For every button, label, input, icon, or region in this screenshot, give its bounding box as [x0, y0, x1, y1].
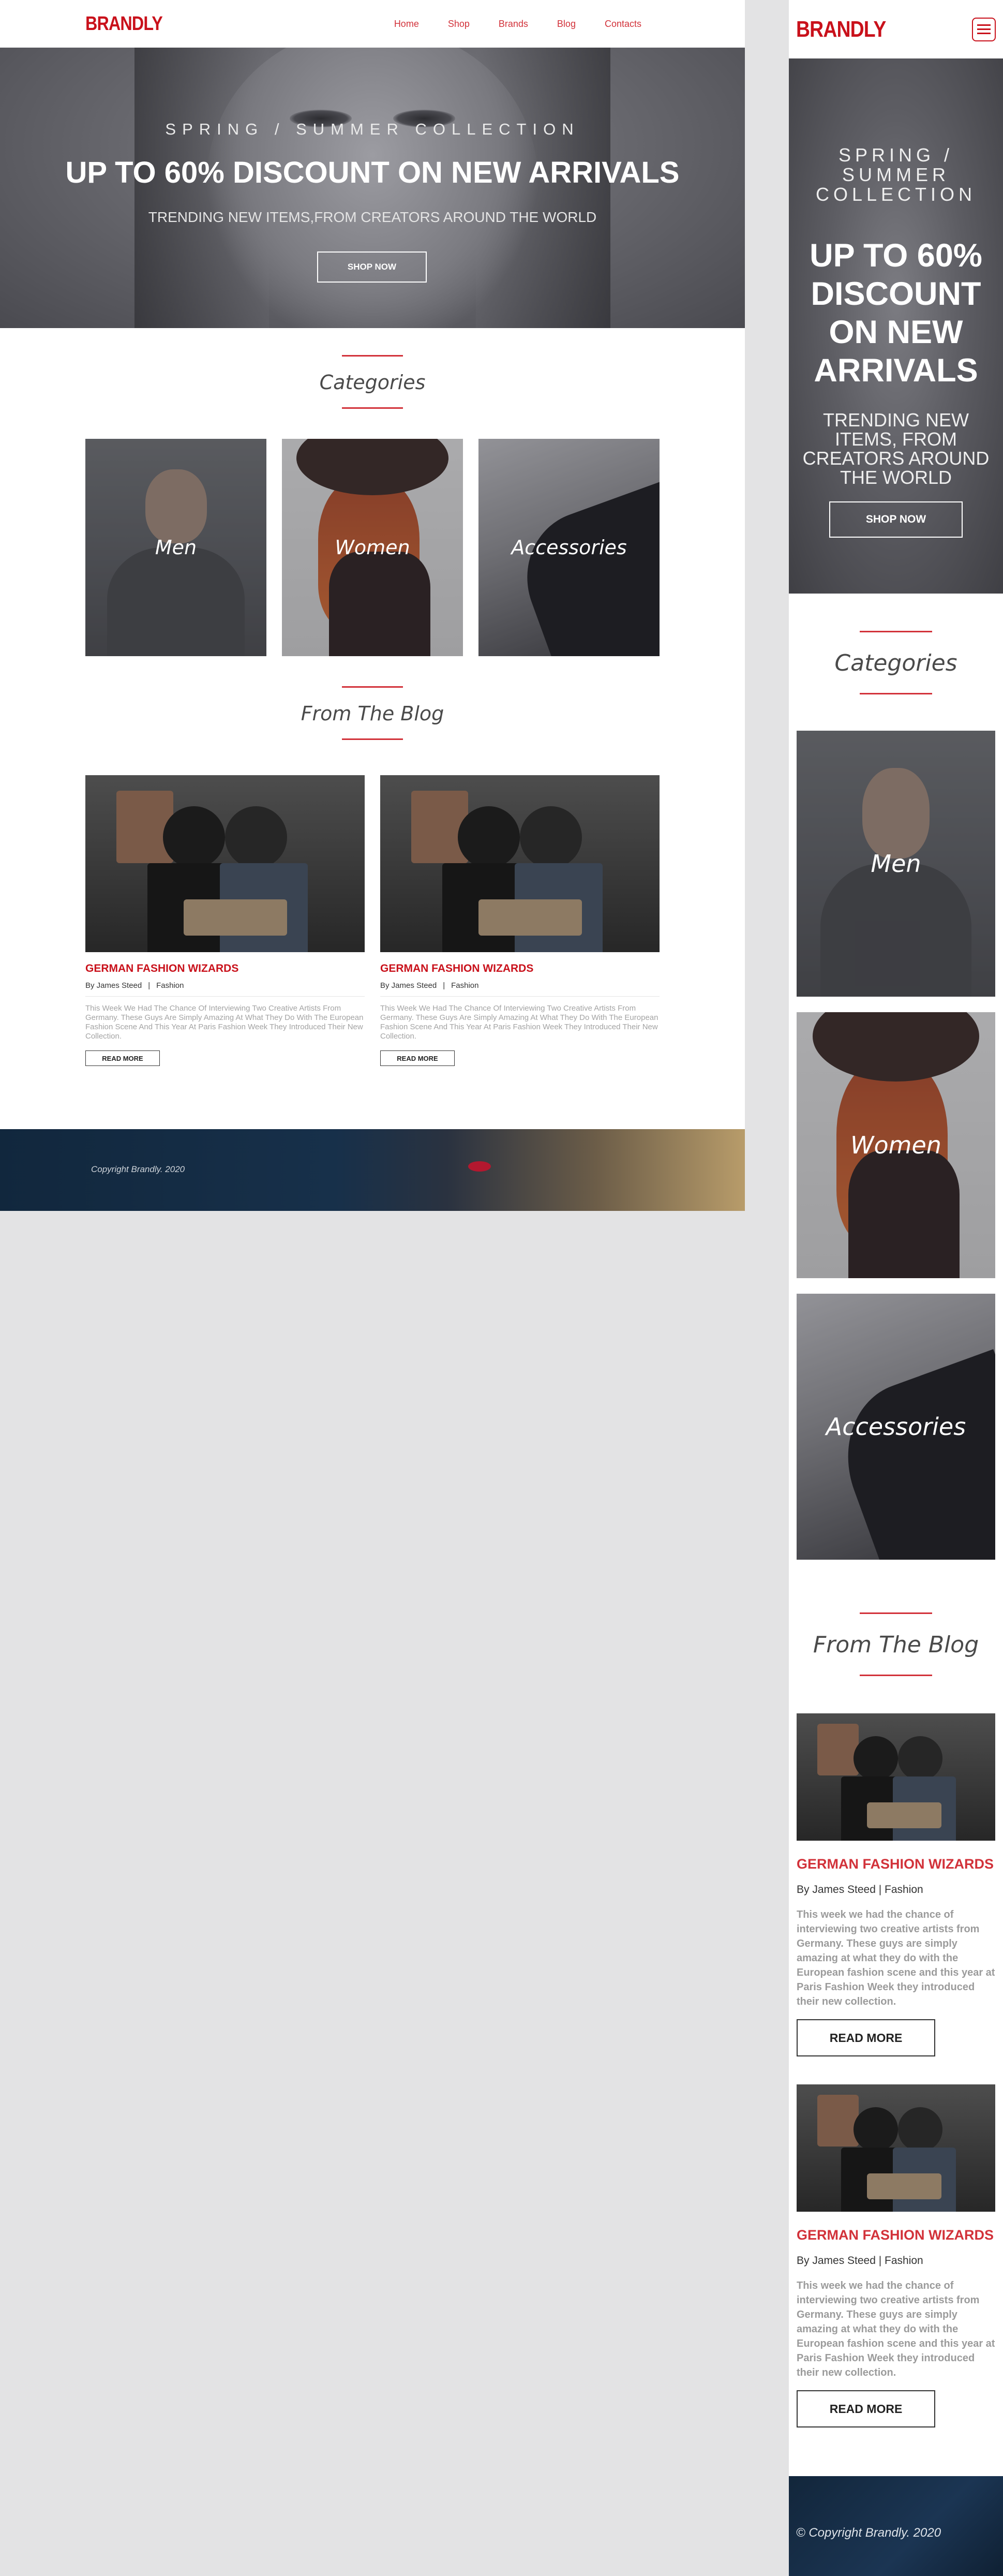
- category-label: Accessories: [511, 536, 627, 559]
- categories-heading: Categories: [319, 371, 426, 394]
- blog-post: GERMAN FASHION WIZARDS By James Steed | …: [797, 2084, 995, 2427]
- blog-heading: From The Blog: [813, 1632, 979, 1658]
- hero-banner: SPRING / SUMMER COLLECTION UP TO 60% DIS…: [0, 48, 745, 328]
- blog-post-author: By James Steed: [380, 981, 437, 990]
- blog-post-excerpt: This week we had the chance of interview…: [797, 2280, 995, 2378]
- read-more-button[interactable]: READ MORE: [380, 1050, 455, 1066]
- desktop-header: BRANDLY Home Shop Brands Blog Contacts: [0, 0, 745, 48]
- brand-logo[interactable]: BRANDLY: [796, 17, 886, 42]
- blog-post-title[interactable]: GERMAN FASHION WIZARDS: [380, 963, 660, 975]
- category-label: Accessories: [826, 1413, 966, 1441]
- nav-brands[interactable]: Brands: [499, 19, 528, 29]
- blog-post: GERMAN FASHION WIZARDS By James Steed | Fa…: [85, 775, 365, 1066]
- brand-logo[interactable]: BRANDLY: [85, 13, 163, 35]
- nav-home[interactable]: Home: [394, 19, 419, 29]
- nav-shop[interactable]: Shop: [448, 19, 470, 29]
- blog-post-meta: By James Steed | Fashion: [797, 2255, 923, 2267]
- blog-post-author: By James Steed: [85, 981, 142, 990]
- blog-heading: From The Blog: [301, 702, 444, 725]
- category-card-women[interactable]: Women: [797, 1012, 995, 1278]
- blog-post-title[interactable]: GERMAN FASHION WIZARDS: [797, 1856, 995, 1872]
- category-card-accessories[interactable]: Accessories: [797, 1294, 995, 1560]
- mobile-header: BRANDLY: [789, 0, 1003, 58]
- mobile-blog-section: From The Blog GERMAN FASHION WIZARDS By …: [789, 1575, 1003, 2427]
- blog-post-title[interactable]: GERMAN FASHION WIZARDS: [797, 2227, 995, 2243]
- divider: [342, 355, 403, 357]
- nav-contacts[interactable]: Contacts: [605, 19, 641, 29]
- blog-post: GERMAN FASHION WIZARDS By James Steed | Fa…: [380, 775, 660, 1066]
- blog-post-image[interactable]: [797, 2084, 995, 2212]
- main-nav: Home Shop Brands Blog Contacts: [394, 19, 641, 29]
- divider: [860, 1612, 932, 1614]
- footer-copyright: Copyright Brandly. 2020: [91, 1164, 185, 1174]
- blog-post-image[interactable]: [85, 775, 365, 952]
- blog-post: GERMAN FASHION WIZARDS By James Steed | …: [797, 1713, 995, 2056]
- shop-now-button[interactable]: SHOP NOW: [317, 251, 427, 283]
- divider: [342, 407, 403, 409]
- read-more-button[interactable]: READ MORE: [797, 2019, 935, 2056]
- blog-post-category[interactable]: Fashion: [156, 981, 184, 990]
- desktop-footer: Copyright Brandly. 2020: [0, 1129, 745, 1211]
- blog-list: GERMAN FASHION WIZARDS By James Steed | Fa…: [0, 775, 745, 1066]
- blog-post-excerpt: This Week We Had The Chance Of Interview…: [85, 1004, 364, 1041]
- category-label: Men: [155, 536, 197, 559]
- blog-post-image[interactable]: [380, 775, 660, 952]
- blog-post-excerpt: This Week We Had The Chance Of Interview…: [380, 1004, 658, 1041]
- category-card-accessories[interactable]: Accessories: [478, 439, 660, 656]
- divider: [860, 693, 932, 694]
- blog-section: From The Blog GERMAN FASHION WIZARDS By …: [0, 656, 745, 1066]
- category-label: Men: [871, 850, 921, 878]
- blog-post-meta: By James Steed | Fashion: [797, 1884, 923, 1896]
- categories-section: Categories Men Women Accessories: [0, 328, 745, 656]
- blog-post-meta: By James Steed | Fashion: [380, 981, 660, 997]
- nav-blog[interactable]: Blog: [557, 19, 576, 29]
- category-label: Women: [335, 536, 410, 559]
- hero-tagline: TRENDING NEW ITEMS,FROM CREATORS AROUND …: [148, 209, 597, 225]
- hero-subtitle: SPRING / SUMMER COLLECTION: [165, 120, 580, 138]
- mobile-footer: © Copyright Brandly. 2020: [789, 2476, 1003, 2576]
- divider: [342, 738, 403, 740]
- shop-now-button[interactable]: SHOP NOW: [829, 501, 963, 538]
- category-grid: Men Women Accessories: [0, 439, 745, 656]
- category-label: Women: [850, 1131, 941, 1159]
- hero-tagline: TRENDING NEW ITEMS, FROM CREATORS AROUND…: [802, 409, 990, 488]
- hero-title: UP TO 60% DISCOUNT ON NEW ARRIVALS: [810, 238, 982, 389]
- category-card-men[interactable]: Men: [85, 439, 266, 656]
- blog-post-title[interactable]: GERMAN FASHION WIZARDS: [85, 963, 365, 975]
- read-more-button[interactable]: READ MORE: [85, 1050, 160, 1066]
- blog-post-meta: By James Steed | Fashion: [85, 981, 365, 997]
- hero-title: UP TO 60% DISCOUNT ON NEW ARRIVALS: [65, 156, 680, 189]
- blog-post-image[interactable]: [797, 1713, 995, 1841]
- mobile-page: BRANDLY SPRING / SUMMER COLLECTION UP TO…: [789, 0, 1003, 2576]
- divider: [860, 631, 932, 632]
- category-card-women[interactable]: Women: [282, 439, 463, 656]
- mobile-hero-banner: SPRING / SUMMER COLLECTION UP TO 60% DIS…: [789, 58, 1003, 594]
- hamburger-menu-icon[interactable]: [972, 17, 996, 41]
- categories-heading: Categories: [834, 650, 957, 676]
- blog-post-excerpt: This week we had the chance of interview…: [797, 1909, 995, 2007]
- footer-image-lips: [468, 1161, 491, 1172]
- divider: [342, 686, 403, 688]
- mobile-categories-section: Categories Men Women Accessories: [789, 594, 1003, 1560]
- desktop-page: BRANDLY Home Shop Brands Blog Contacts S…: [0, 0, 745, 1211]
- category-card-men[interactable]: Men: [797, 731, 995, 997]
- blog-post-category[interactable]: Fashion: [451, 981, 478, 990]
- read-more-button[interactable]: READ MORE: [797, 2390, 935, 2427]
- hero-subtitle: SPRING / SUMMER COLLECTION: [815, 144, 977, 205]
- divider: [860, 1675, 932, 1676]
- footer-copyright: © Copyright Brandly. 2020: [796, 2526, 941, 2540]
